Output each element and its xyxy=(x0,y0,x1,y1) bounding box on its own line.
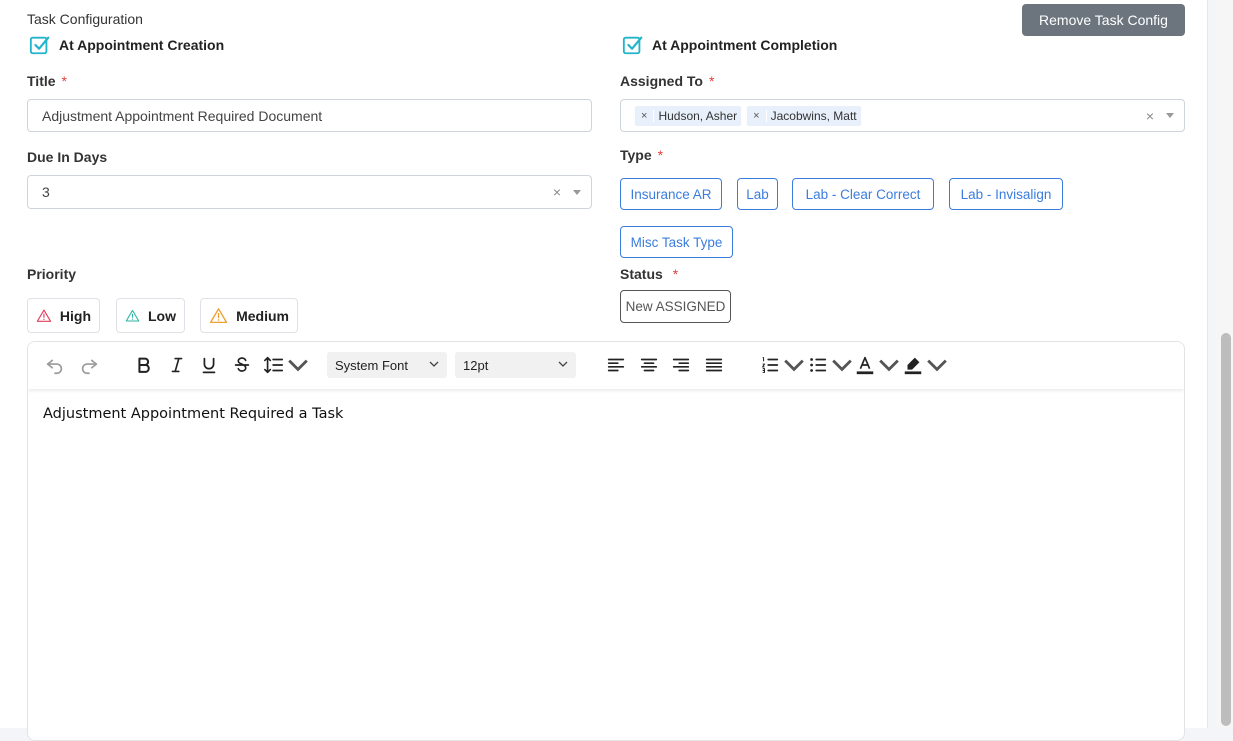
chevron-down-icon xyxy=(429,361,439,367)
due-in-days-select[interactable]: 3 × xyxy=(27,175,592,209)
redo-icon xyxy=(81,359,98,375)
rich-text-editor: System Font 12pt Adjustment Appointment … xyxy=(27,341,1185,741)
type-option-lab-invisalign[interactable]: Lab - Invisalign xyxy=(949,178,1063,210)
align-center-icon xyxy=(640,358,658,372)
highlighter-icon xyxy=(904,357,922,375)
scrollbar-thumb[interactable] xyxy=(1221,333,1231,726)
at-appointment-creation-checkbox[interactable]: At Appointment Creation xyxy=(29,34,224,56)
bullet-list-icon xyxy=(810,358,827,372)
warning-triangle-icon xyxy=(125,309,140,322)
type-option-misc-task-type[interactable]: Misc Task Type xyxy=(620,226,733,258)
undo-button[interactable] xyxy=(44,354,66,376)
text-color-icon xyxy=(856,356,874,375)
align-center-button[interactable] xyxy=(638,354,660,376)
chevron-down-icon xyxy=(288,359,308,372)
warning-triangle-icon xyxy=(36,308,52,322)
chevron-down-icon xyxy=(879,359,899,372)
assigned-to-label: Assigned To * xyxy=(620,73,715,89)
font-size-select[interactable]: 12pt xyxy=(455,352,576,378)
dropdown-caret-icon[interactable] xyxy=(573,189,581,195)
align-right-button[interactable] xyxy=(670,354,692,376)
bold-icon xyxy=(138,357,150,373)
warning-triangle-icon xyxy=(209,307,228,323)
numbered-list-button[interactable] xyxy=(759,354,805,376)
editor-toolbar: System Font 12pt xyxy=(28,342,1184,389)
italic-button[interactable] xyxy=(166,354,188,376)
type-option-lab[interactable]: Lab xyxy=(737,178,778,210)
status-label: Status * xyxy=(620,266,679,282)
type-option-lab-clear-correct[interactable]: Lab - Clear Correct xyxy=(792,178,934,210)
priority-label: Priority xyxy=(27,266,77,282)
align-justify-icon xyxy=(705,358,723,372)
undo-icon xyxy=(46,359,63,375)
title-input[interactable]: Adjustment Appointment Required Document xyxy=(27,99,592,132)
underline-button[interactable] xyxy=(198,354,220,376)
line-height-button[interactable] xyxy=(263,354,309,376)
checkbox-label: At Appointment Completion xyxy=(652,37,838,53)
italic-icon xyxy=(171,357,183,373)
clear-icon[interactable]: × xyxy=(1146,108,1154,124)
due-in-days-label: Due In Days xyxy=(27,149,108,165)
chevron-down-icon xyxy=(784,359,804,372)
priority-medium-button[interactable]: Medium xyxy=(200,298,298,333)
assigned-tag: × Jacobwins, Matt xyxy=(747,105,861,126)
remove-task-config-button[interactable]: Remove Task Config xyxy=(1022,4,1185,36)
remove-tag-icon[interactable]: × xyxy=(747,109,767,122)
underline-icon xyxy=(202,357,216,374)
title-label: Title * xyxy=(27,73,67,89)
checkbox-label: At Appointment Creation xyxy=(59,37,225,53)
chevron-down-icon xyxy=(832,359,852,372)
bullet-list-button[interactable] xyxy=(807,354,853,376)
priority-high-button[interactable]: High xyxy=(27,298,100,333)
section-title: Task Configuration xyxy=(27,11,143,27)
dropdown-caret-icon[interactable] xyxy=(1166,113,1174,118)
type-label: Type * xyxy=(620,147,664,163)
assigned-to-select[interactable]: × Hudson, Asher × Jacobwins, Matt × xyxy=(620,99,1185,132)
at-appointment-completion-checkbox[interactable]: At Appointment Completion xyxy=(622,34,837,56)
chevron-down-icon xyxy=(558,361,568,367)
line-height-icon xyxy=(264,356,284,374)
assigned-tag: × Hudson, Asher xyxy=(635,105,742,126)
align-justify-button[interactable] xyxy=(703,354,725,376)
type-option-insurance-ar[interactable]: Insurance AR xyxy=(620,178,722,210)
editor-content[interactable]: Adjustment Appointment Required a Task xyxy=(43,406,343,422)
text-color-button[interactable] xyxy=(854,354,900,376)
strikethrough-icon xyxy=(234,357,250,372)
checkbox-checked-icon xyxy=(29,36,50,55)
align-right-icon xyxy=(672,358,690,372)
status-option-new-assigned[interactable]: New ASSIGNED xyxy=(620,290,731,323)
bold-button[interactable] xyxy=(133,354,155,376)
font-family-select[interactable]: System Font xyxy=(327,352,447,378)
priority-low-button[interactable]: Low xyxy=(116,298,185,333)
chevron-down-icon xyxy=(927,359,947,372)
numbered-list-icon xyxy=(761,357,779,373)
due-in-days-value: 3 xyxy=(42,184,50,200)
clear-icon[interactable]: × xyxy=(553,184,561,200)
align-left-icon xyxy=(607,358,625,372)
checkbox-checked-icon xyxy=(622,36,643,55)
highlight-color-button[interactable] xyxy=(902,354,948,376)
strikethrough-button[interactable] xyxy=(231,354,253,376)
redo-button[interactable] xyxy=(78,354,100,376)
remove-tag-icon[interactable]: × xyxy=(635,109,655,122)
align-left-button[interactable] xyxy=(605,354,627,376)
task-config-panel: Task Configuration Remove Task Config At… xyxy=(0,0,1208,741)
